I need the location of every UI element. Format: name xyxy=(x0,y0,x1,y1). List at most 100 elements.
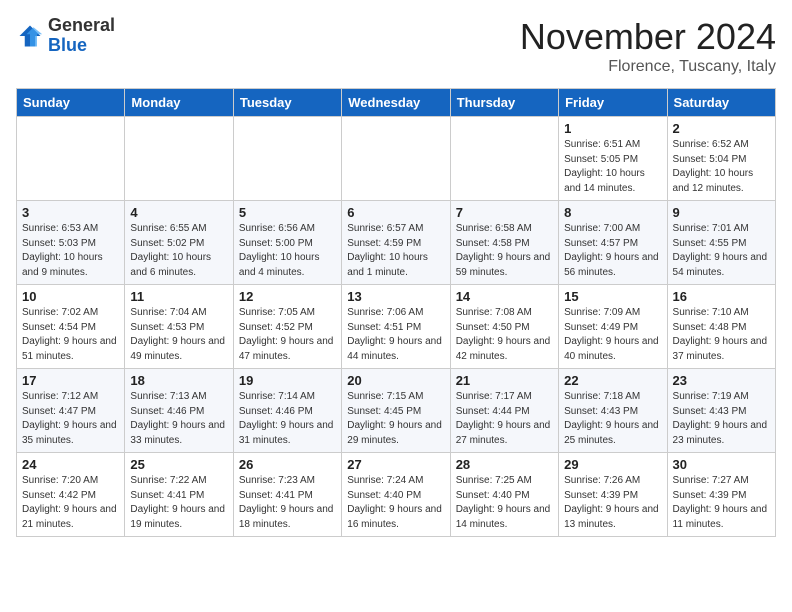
month-title: November 2024 xyxy=(520,16,776,58)
calendar-cell: 19 Sunrise: 7:14 AM Sunset: 4:46 PM Dayli… xyxy=(233,369,341,453)
day-number: 30 xyxy=(673,457,770,472)
calendar-cell: 28 Sunrise: 7:25 AM Sunset: 4:40 PM Dayli… xyxy=(450,453,558,537)
calendar-cell xyxy=(17,117,125,201)
logo-general: General xyxy=(48,15,115,35)
calendar-cell: 24Sunrise: 7:20 AM Sunset: 4:42 PM Dayli… xyxy=(17,453,125,537)
day-info: Sunrise: 7:08 AM Sunset: 4:50 PM Dayligh… xyxy=(456,306,553,364)
day-info: Sunrise: 7:02 AM Sunset: 4:54 PM Dayligh… xyxy=(22,306,119,364)
day-info: Sunrise: 7:14 AM Sunset: 4:46 PM Dayligh… xyxy=(239,390,336,448)
day-info: Sunrise: 6:52 AM Sunset: 5:04 PM Dayligh… xyxy=(673,138,770,196)
day-number: 21 xyxy=(456,373,553,388)
location-title: Florence, Tuscany, Italy xyxy=(520,58,776,76)
day-number: 7 xyxy=(456,205,553,220)
page-header: General Blue November 2024 Florence, Tus… xyxy=(16,16,776,76)
day-info: Sunrise: 7:26 AM Sunset: 4:39 PM Dayligh… xyxy=(564,474,661,532)
day-info: Sunrise: 7:25 AM Sunset: 4:40 PM Dayligh… xyxy=(456,474,553,532)
calendar-cell xyxy=(125,117,233,201)
day-info: Sunrise: 7:15 AM Sunset: 4:45 PM Dayligh… xyxy=(347,390,444,448)
day-number: 28 xyxy=(456,457,553,472)
week-row-4: 17Sunrise: 7:12 AM Sunset: 4:47 PM Dayli… xyxy=(17,369,776,453)
day-info: Sunrise: 7:27 AM Sunset: 4:39 PM Dayligh… xyxy=(673,474,770,532)
day-number: 2 xyxy=(673,121,770,136)
calendar-cell: 3 Sunrise: 6:53 AM Sunset: 5:03 PM Daylig… xyxy=(17,201,125,285)
calendar-cell: 4Sunrise: 6:55 AM Sunset: 5:02 PM Daylig… xyxy=(125,201,233,285)
day-number: 11 xyxy=(130,289,227,304)
day-number: 9 xyxy=(673,205,770,220)
calendar-cell: 11 Sunrise: 7:04 AM Sunset: 4:53 PM Dayli… xyxy=(125,285,233,369)
calendar-cell: 12 Sunrise: 7:05 AM Sunset: 4:52 PM Dayli… xyxy=(233,285,341,369)
day-info: Sunrise: 7:22 AM Sunset: 4:41 PM Dayligh… xyxy=(130,474,227,532)
day-number: 12 xyxy=(239,289,336,304)
calendar-cell: 6Sunrise: 6:57 AM Sunset: 4:59 PM Daylig… xyxy=(342,201,450,285)
logo-blue: Blue xyxy=(48,35,87,55)
day-info: Sunrise: 7:05 AM Sunset: 4:52 PM Dayligh… xyxy=(239,306,336,364)
weekday-header-row: SundayMondayTuesdayWednesdayThursdayFrid… xyxy=(17,89,776,117)
day-info: Sunrise: 7:20 AM Sunset: 4:42 PM Dayligh… xyxy=(22,474,119,532)
day-number: 14 xyxy=(456,289,553,304)
weekday-header-sunday: Sunday xyxy=(17,89,125,117)
logo: General Blue xyxy=(16,16,115,56)
day-info: Sunrise: 7:06 AM Sunset: 4:51 PM Dayligh… xyxy=(347,306,444,364)
day-number: 10 xyxy=(22,289,119,304)
calendar-cell: 17Sunrise: 7:12 AM Sunset: 4:47 PM Dayli… xyxy=(17,369,125,453)
day-info: Sunrise: 6:56 AM Sunset: 5:00 PM Dayligh… xyxy=(239,222,336,280)
day-number: 29 xyxy=(564,457,661,472)
calendar-cell: 2 Sunrise: 6:52 AM Sunset: 5:04 PM Daylig… xyxy=(667,117,775,201)
day-number: 22 xyxy=(564,373,661,388)
calendar-cell xyxy=(450,117,558,201)
calendar-cell: 8 Sunrise: 7:00 AM Sunset: 4:57 PM Daylig… xyxy=(559,201,667,285)
week-row-5: 24Sunrise: 7:20 AM Sunset: 4:42 PM Dayli… xyxy=(17,453,776,537)
calendar-cell: 30 Sunrise: 7:27 AM Sunset: 4:39 PM Dayli… xyxy=(667,453,775,537)
day-info: Sunrise: 7:19 AM Sunset: 4:43 PM Dayligh… xyxy=(673,390,770,448)
calendar-cell: 5 Sunrise: 6:56 AM Sunset: 5:00 PM Daylig… xyxy=(233,201,341,285)
weekday-header-tuesday: Tuesday xyxy=(233,89,341,117)
weekday-header-saturday: Saturday xyxy=(667,89,775,117)
day-info: Sunrise: 7:13 AM Sunset: 4:46 PM Dayligh… xyxy=(130,390,227,448)
day-number: 25 xyxy=(130,457,227,472)
day-info: Sunrise: 6:58 AM Sunset: 4:58 PM Dayligh… xyxy=(456,222,553,280)
day-number: 20 xyxy=(347,373,444,388)
day-number: 15 xyxy=(564,289,661,304)
calendar-cell: 27 Sunrise: 7:24 AM Sunset: 4:40 PM Dayli… xyxy=(342,453,450,537)
week-row-2: 3 Sunrise: 6:53 AM Sunset: 5:03 PM Daylig… xyxy=(17,201,776,285)
day-info: Sunrise: 7:09 AM Sunset: 4:49 PM Dayligh… xyxy=(564,306,661,364)
calendar-cell: 13 Sunrise: 7:06 AM Sunset: 4:51 PM Dayli… xyxy=(342,285,450,369)
day-info: Sunrise: 7:04 AM Sunset: 4:53 PM Dayligh… xyxy=(130,306,227,364)
day-info: Sunrise: 7:17 AM Sunset: 4:44 PM Dayligh… xyxy=(456,390,553,448)
day-number: 5 xyxy=(239,205,336,220)
day-number: 4 xyxy=(130,205,227,220)
day-number: 27 xyxy=(347,457,444,472)
calendar-cell: 7 Sunrise: 6:58 AM Sunset: 4:58 PM Daylig… xyxy=(450,201,558,285)
day-number: 13 xyxy=(347,289,444,304)
calendar-cell: 29 Sunrise: 7:26 AM Sunset: 4:39 PM Dayli… xyxy=(559,453,667,537)
weekday-header-wednesday: Wednesday xyxy=(342,89,450,117)
day-info: Sunrise: 7:18 AM Sunset: 4:43 PM Dayligh… xyxy=(564,390,661,448)
calendar-cell: 26Sunrise: 7:23 AM Sunset: 4:41 PM Dayli… xyxy=(233,453,341,537)
calendar-table: SundayMondayTuesdayWednesdayThursdayFrid… xyxy=(16,88,776,537)
day-info: Sunrise: 7:00 AM Sunset: 4:57 PM Dayligh… xyxy=(564,222,661,280)
day-info: Sunrise: 6:51 AM Sunset: 5:05 PM Dayligh… xyxy=(564,138,661,196)
calendar-cell: 25 Sunrise: 7:22 AM Sunset: 4:41 PM Dayli… xyxy=(125,453,233,537)
logo-icon xyxy=(16,22,44,50)
calendar-cell: 10 Sunrise: 7:02 AM Sunset: 4:54 PM Dayli… xyxy=(17,285,125,369)
day-number: 1 xyxy=(564,121,661,136)
weekday-header-thursday: Thursday xyxy=(450,89,558,117)
weekday-header-friday: Friday xyxy=(559,89,667,117)
title-block: November 2024 Florence, Tuscany, Italy xyxy=(520,16,776,76)
week-row-3: 10 Sunrise: 7:02 AM Sunset: 4:54 PM Dayli… xyxy=(17,285,776,369)
day-info: Sunrise: 7:24 AM Sunset: 4:40 PM Dayligh… xyxy=(347,474,444,532)
calendar-cell xyxy=(233,117,341,201)
day-number: 18 xyxy=(130,373,227,388)
day-info: Sunrise: 6:53 AM Sunset: 5:03 PM Dayligh… xyxy=(22,222,119,280)
week-row-1: 1 Sunrise: 6:51 AM Sunset: 5:05 PM Daylig… xyxy=(17,117,776,201)
day-info: Sunrise: 7:01 AM Sunset: 4:55 PM Dayligh… xyxy=(673,222,770,280)
day-number: 6 xyxy=(347,205,444,220)
logo-text: General Blue xyxy=(48,16,115,56)
calendar-cell: 23Sunrise: 7:19 AM Sunset: 4:43 PM Dayli… xyxy=(667,369,775,453)
day-number: 19 xyxy=(239,373,336,388)
weekday-header-monday: Monday xyxy=(125,89,233,117)
day-number: 3 xyxy=(22,205,119,220)
calendar-cell: 1 Sunrise: 6:51 AM Sunset: 5:05 PM Daylig… xyxy=(559,117,667,201)
day-number: 8 xyxy=(564,205,661,220)
day-info: Sunrise: 7:12 AM Sunset: 4:47 PM Dayligh… xyxy=(22,390,119,448)
